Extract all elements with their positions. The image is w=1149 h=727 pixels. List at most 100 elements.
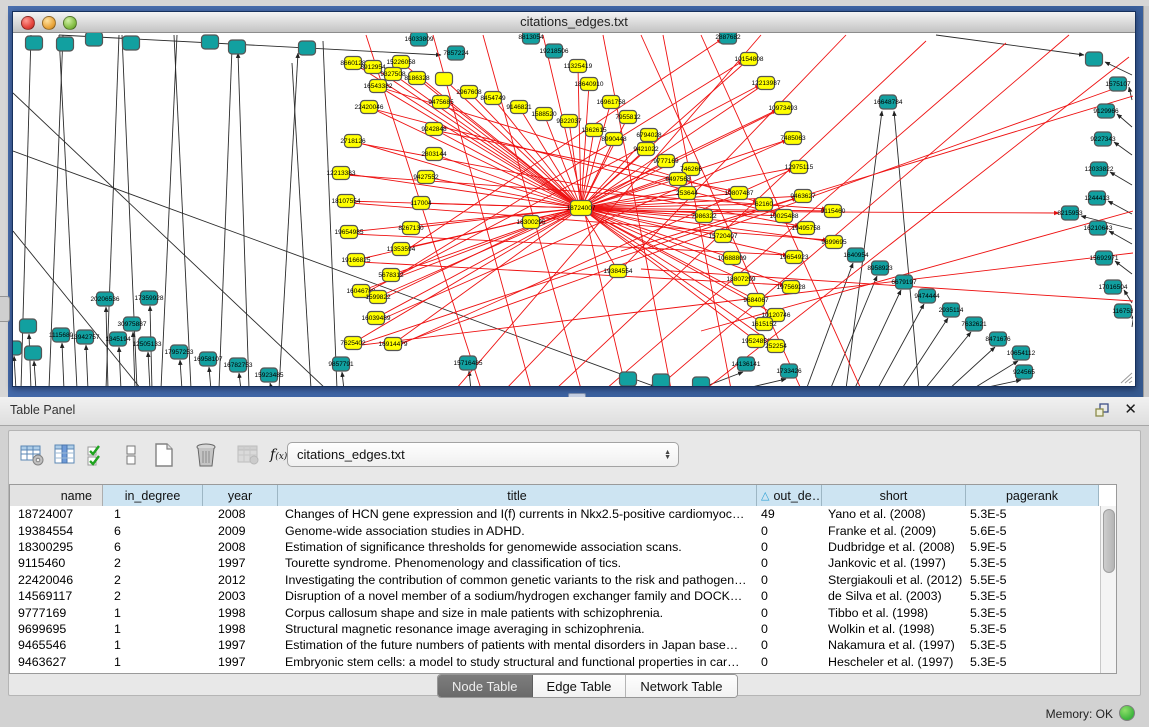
table-cell[interactable]: 2 (103, 588, 203, 604)
citation-network-graph[interactable]: 1603380978572248813054192185062887682166… (13, 33, 1133, 386)
table-cell[interactable]: Tibbo et al. (1998) (822, 605, 966, 621)
network-node[interactable] (436, 73, 453, 86)
table-cell[interactable]: 6 (103, 539, 203, 555)
network-node[interactable] (653, 374, 670, 386)
table-cell[interactable]: 5.3E-5 (966, 605, 1099, 621)
function-builder-icon[interactable]: f(x) (270, 447, 287, 463)
network-node[interactable] (1086, 52, 1103, 66)
table-cell[interactable]: 9777169 (10, 605, 103, 621)
table-cell[interactable]: 5.3E-5 (966, 588, 1099, 604)
table-cell[interactable]: 2012 (203, 572, 278, 588)
resize-grip-icon[interactable] (1119, 372, 1133, 384)
table-cell[interactable]: 2 (103, 572, 203, 588)
table-row[interactable]: 977716911998Corpus callosum shape and si… (10, 604, 1101, 620)
delete-column-icon[interactable] (191, 441, 221, 469)
close-panel-icon[interactable]: ✕ (1124, 402, 1137, 417)
network-node[interactable] (620, 372, 637, 386)
network-node[interactable] (57, 37, 74, 51)
table-cell[interactable]: 0 (757, 588, 822, 604)
table-cell[interactable]: Embryonic stem cells: a model to study s… (278, 654, 757, 670)
table-cell[interactable]: Tourette syndrome. Phenomenology and cla… (278, 555, 757, 571)
table-cell[interactable]: 5.3E-5 (966, 555, 1099, 571)
column-header-short[interactable]: short (822, 485, 966, 506)
table-cell[interactable]: Investigating the contribution of common… (278, 572, 757, 588)
table-panel-titlebar[interactable]: Table Panel ✕ (0, 397, 1149, 426)
table-row[interactable]: 969969511998Structural magnetic resonanc… (10, 621, 1101, 637)
network-node[interactable] (229, 40, 246, 54)
table-cell[interactable]: Stergiakouli et al. (2012) (822, 572, 966, 588)
network-node[interactable] (693, 377, 710, 386)
table-cell[interactable]: 5.6E-5 (966, 523, 1099, 539)
table-cell[interactable]: 0 (757, 555, 822, 571)
table-cell[interactable]: 0 (757, 654, 822, 670)
table-cell[interactable]: 9699695 (10, 621, 103, 637)
table-cell[interactable]: 1998 (203, 621, 278, 637)
table-cell[interactable]: Jankovic et al. (1997) (822, 555, 966, 571)
table-row[interactable]: 2242004622012Investigating the contribut… (10, 572, 1101, 588)
table-cell[interactable]: 1 (103, 637, 203, 653)
table-cell[interactable]: Genome-wide association studies in ADHD. (278, 523, 757, 539)
table-row[interactable]: 911546021997Tourette syndrome. Phenomeno… (10, 555, 1101, 571)
network-view-window[interactable]: citations_edges.txt 16033809785722488130… (12, 11, 1136, 387)
table-cell[interactable]: Disruption of a novel member of a sodium… (278, 588, 757, 604)
network-node[interactable] (25, 346, 42, 360)
table-cell[interactable]: 9463627 (10, 654, 103, 670)
table-cell[interactable]: Nakamura et al. (1997) (822, 637, 966, 653)
table-cell[interactable]: 9115460 (10, 555, 103, 571)
show-columns-icon[interactable] (50, 441, 80, 469)
table-row[interactable]: 1872400712008Changes of HCN gene express… (10, 506, 1101, 522)
network-node[interactable] (86, 33, 103, 46)
table-cell[interactable]: 1 (103, 621, 203, 637)
table-cell[interactable]: 19384554 (10, 523, 103, 539)
table-cell[interactable]: 5.5E-5 (966, 572, 1099, 588)
table-row[interactable]: 946554611997Estimation of the future num… (10, 637, 1101, 653)
table-cell[interactable]: Structural magnetic resonance image aver… (278, 621, 757, 637)
network-node[interactable] (123, 36, 140, 50)
table-cell[interactable]: 2003 (203, 588, 278, 604)
table-cell[interactable]: 1 (103, 506, 203, 522)
table-cell[interactable]: Yano et al. (2008) (822, 506, 966, 522)
table-row[interactable]: 1830029562008Estimation of significance … (10, 539, 1101, 555)
table-cell[interactable]: de Silva et al. (2003) (822, 588, 966, 604)
table-cell[interactable]: 1997 (203, 555, 278, 571)
table-cell[interactable]: 2008 (203, 506, 278, 522)
table-cell[interactable]: 0 (757, 621, 822, 637)
table-cell[interactable]: 18724007 (10, 506, 103, 522)
control-panel-collapsed-tab[interactable] (0, 296, 10, 322)
table-cell[interactable]: 0 (757, 572, 822, 588)
table-cell[interactable]: 9465546 (10, 637, 103, 653)
table-cell[interactable]: Hescheler et al. (1997) (822, 654, 966, 670)
table-cell[interactable]: Wolkin et al. (1998) (822, 621, 966, 637)
checkbox-stack-icon[interactable] (116, 441, 146, 469)
table-row[interactable]: 1938455462009Genome-wide association stu… (10, 522, 1101, 538)
table-cell[interactable]: 2 (103, 555, 203, 571)
table-mode-icon[interactable] (17, 441, 47, 469)
float-panel-icon[interactable] (1095, 403, 1110, 417)
network-node[interactable] (13, 341, 22, 355)
table-cell[interactable]: 22420046 (10, 572, 103, 588)
table-cell[interactable]: 14569117 (10, 588, 103, 604)
table-cell[interactable]: 49 (757, 506, 822, 522)
tab-node-table[interactable]: Node Table (438, 675, 533, 697)
memory-ok-indicator[interactable] (1119, 705, 1135, 721)
column-header-in_degree[interactable]: in_degree (103, 485, 203, 506)
network-node[interactable] (202, 35, 219, 49)
table-cell[interactable]: 0 (757, 539, 822, 555)
network-node[interactable] (26, 36, 43, 50)
scrollbar-thumb[interactable] (1103, 509, 1115, 573)
table-cell[interactable]: Corpus callosum shape and size in male p… (278, 605, 757, 621)
table-cell[interactable]: Changes of HCN gene expression and I(f) … (278, 506, 757, 522)
network-canvas[interactable]: 1603380978572248813054192185062887682166… (13, 33, 1135, 386)
network-node[interactable] (20, 319, 37, 333)
column-header-out_de[interactable]: △out_de… (757, 485, 822, 506)
table-row[interactable]: 1456911722003Disruption of a novel membe… (10, 588, 1101, 604)
table-cell[interactable]: 1998 (203, 605, 278, 621)
table-cell[interactable]: 6 (103, 523, 203, 539)
table-cell[interactable]: Estimation of significance thresholds fo… (278, 539, 757, 555)
table-cell[interactable]: 1997 (203, 654, 278, 670)
network-window-titlebar[interactable]: citations_edges.txt (13, 12, 1135, 33)
column-header-name[interactable]: name (10, 485, 103, 506)
new-column-icon[interactable] (149, 441, 179, 469)
column-header-title[interactable]: title (278, 485, 757, 506)
table-cell[interactable]: 1997 (203, 637, 278, 653)
